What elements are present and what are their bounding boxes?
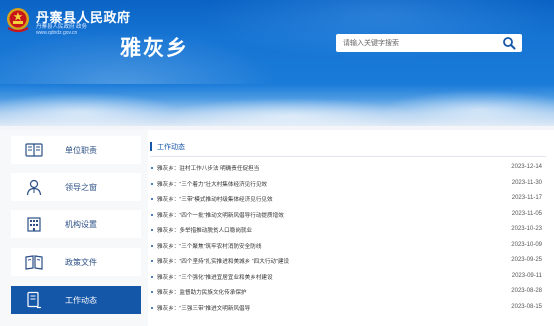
news-title[interactable]: 雅灰乡：“三个着力”壮大村集体经济见行见效	[157, 180, 267, 188]
section-title: 工作动态	[157, 144, 185, 151]
news-title[interactable]: 雅灰乡：驻村工作八步法 明确责任促担当	[157, 164, 259, 172]
section-divider	[150, 156, 546, 157]
bullet-dot-icon	[151, 275, 153, 278]
news-item[interactable]: 雅灰乡：驻村工作八步法 明确责任促担当 2023-12-14	[148, 164, 554, 175]
sidebar-item-label: 工作动态	[65, 296, 97, 305]
news-date: 2023-08-28	[511, 288, 542, 294]
bullet-dot-icon	[151, 244, 153, 247]
sidebar-item-leaders[interactable]: 领导之窗	[11, 173, 141, 201]
bullet-dot-icon	[151, 167, 153, 169]
news-title[interactable]: 雅灰乡：“三强三带”推进文明新风倡导	[157, 304, 250, 312]
news-date: 2023-11-17	[511, 195, 542, 201]
news-item[interactable]: 雅灰乡：多举措推动脱贫人口稳岗就业 2023-10-23	[148, 226, 554, 237]
sidebar-item-duty[interactable]: 单位职责	[11, 136, 141, 164]
search-icon[interactable]	[502, 36, 516, 50]
bullet-dot-icon	[151, 198, 153, 200]
news-date: 2023-09-25	[511, 257, 542, 263]
news-item[interactable]: 雅灰乡：“四个坚持”扎实推进和美城乡 “四大行动”建设 2023-09-25	[148, 257, 554, 268]
news-date: 2023-10-23	[511, 226, 542, 232]
news-title[interactable]: 雅灰乡：“四个坚持”扎实推进和美城乡 “四大行动”建设	[157, 257, 289, 265]
news-item[interactable]: 雅灰乡：监督助力民族文化传承保护 2023-08-28	[148, 288, 554, 299]
news-date: 2023-11-05	[511, 210, 542, 217]
bullet-dot-icon	[151, 229, 153, 231]
news-date: 2023-11-30	[511, 179, 542, 186]
news-title[interactable]: 雅灰乡：“三个聚焦”筑牢农村消防安全防线	[157, 242, 261, 250]
search-input[interactable]	[336, 34, 496, 52]
news-date: 2023-12-14	[511, 164, 542, 170]
bullet-dot-icon	[151, 213, 153, 216]
news-title[interactable]: 雅灰乡：监督助力民族文化传承保护	[157, 288, 247, 296]
news-date: 2023-08-15	[511, 303, 542, 310]
sidebar-item-label: 领导之窗	[65, 183, 97, 192]
sidebar-item-work-news[interactable]: 工作动态	[11, 286, 141, 314]
news-title[interactable]: 雅灰乡：“四个一批”推动文明新风倡导行动提质增效	[157, 211, 284, 219]
search-box	[336, 34, 522, 52]
site-header: 丹寨县人民政府 丹寨县人民政府 政务 www.qdndz.gov.cn 雅灰乡	[0, 0, 554, 84]
news-title[interactable]: 雅灰乡：“三个强化”推进宜居宜业和美乡村建设	[157, 273, 273, 281]
banner-sky	[0, 84, 554, 126]
bullet-dot-icon	[151, 260, 153, 262]
news-item[interactable]: 雅灰乡：“三带”模式推动村级集体经济见行见效 2023-11-17	[148, 195, 554, 206]
town-title: 雅灰乡	[120, 37, 189, 60]
bullet-dot-icon	[151, 306, 153, 309]
national-emblem-icon[interactable]	[5, 6, 31, 34]
bullet-dot-icon	[151, 182, 153, 185]
policy-document-icon	[25, 255, 43, 270]
banner-cloud	[380, 90, 554, 126]
news-item[interactable]: 雅灰乡：“三个聚焦”筑牢农村消防安全防线 2023-10-09	[148, 242, 554, 253]
bullet-dot-icon	[151, 291, 153, 293]
site-url: www.qdndz.gov.cn	[36, 30, 78, 36]
sidebar-item-organization[interactable]: 机构设置	[11, 210, 141, 238]
sidebar-nav: 单位职责 领导之窗 机构设置 政策文件 工作动态	[0, 130, 148, 326]
news-date: 2023-09-11	[511, 272, 542, 279]
banner-cloud	[0, 92, 180, 126]
sidebar-item-policy[interactable]: 政策文件	[11, 248, 141, 276]
news-title[interactable]: 雅灰乡：多举措推动脱贫人口稳岗就业	[157, 226, 252, 234]
sidebar-item-label: 单位职责	[65, 146, 97, 155]
news-date: 2023-10-09	[511, 241, 542, 248]
sidebar-item-label: 机构设置	[65, 220, 97, 229]
section-title-marker	[150, 142, 152, 151]
news-item[interactable]: 雅灰乡：“三个强化”推进宜居宜业和美乡村建设 2023-09-11	[148, 273, 554, 284]
news-item[interactable]: 雅灰乡：“三强三带”推进文明新风倡导 2023-08-15	[148, 304, 554, 315]
news-item[interactable]: 雅灰乡：“四个一批”推动文明新风倡导行动提质增效 2023-11-05	[148, 211, 554, 222]
leader-person-icon	[26, 179, 42, 196]
news-title[interactable]: 雅灰乡：“三带”模式推动村级集体经济见行见效	[157, 195, 273, 203]
org-building-icon	[27, 217, 41, 232]
sidebar-item-label: 政策文件	[65, 258, 97, 267]
duty-book-icon	[25, 143, 43, 157]
main-content: 工作动态 雅灰乡：驻村工作八步法 明确责任促担当 2023-12-14 雅灰乡：…	[148, 130, 554, 326]
news-item[interactable]: 雅灰乡：“三个着力”壮大村集体经济见行见效 2023-11-30	[148, 180, 554, 191]
work-news-icon	[27, 291, 41, 309]
